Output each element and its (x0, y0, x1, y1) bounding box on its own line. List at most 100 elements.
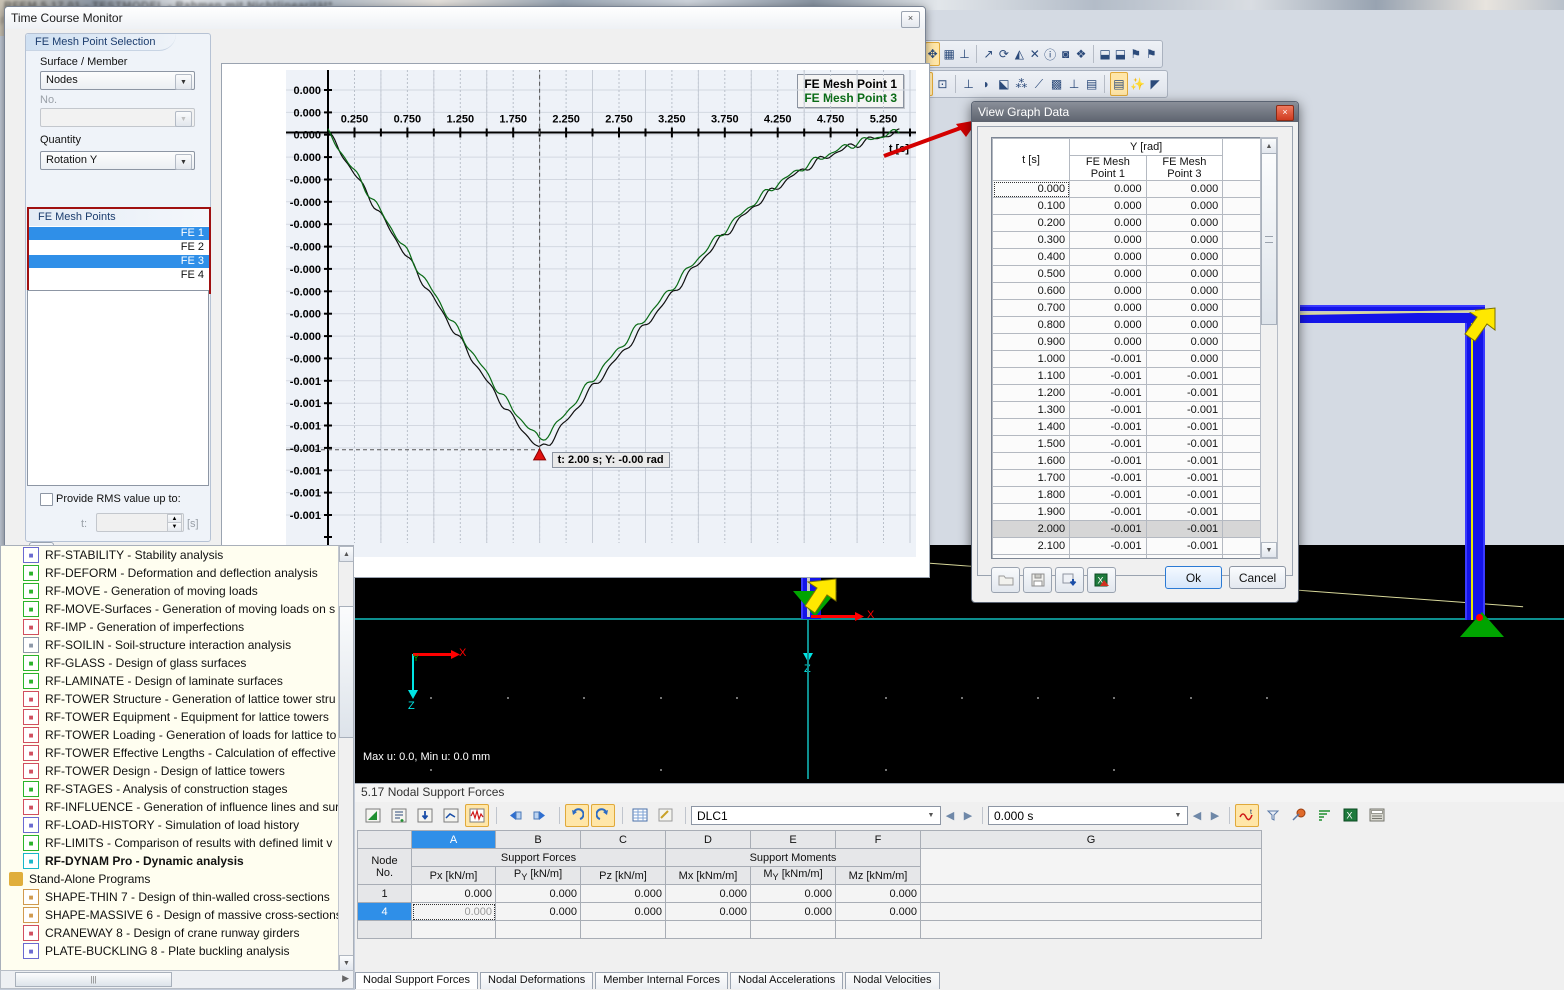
cell-point3[interactable]: -0.001 (1146, 385, 1223, 402)
load-case-icon-2[interactable]: ⬓ (1114, 43, 1127, 65)
cell-point3[interactable]: 0.000 (1146, 266, 1223, 283)
filter-icon[interactable] (1261, 804, 1285, 827)
table-row[interactable]: 1.800-0.001-0.001 (993, 487, 1262, 504)
cell-value[interactable] (751, 921, 836, 939)
cell-blank[interactable] (1223, 521, 1262, 538)
cell-time[interactable]: 1.700 (993, 470, 1070, 487)
addon-modules-tree[interactable]: ■RF-STABILITY - Stability analysis■RF-DE… (0, 545, 354, 972)
color-grid-icon[interactable]: ▩ (1049, 73, 1065, 95)
tree-item[interactable]: ■RF-TOWER Effective Lengths - Calculatio… (1, 744, 353, 762)
col-letter-D[interactable]: D (666, 831, 751, 849)
surface-member-combo[interactable]: Nodes ▼ (40, 71, 195, 90)
cell-time[interactable]: 1.300 (993, 402, 1070, 419)
rms-t-input[interactable]: ▲ ▼ (96, 513, 184, 532)
row-node-number[interactable]: 4 (358, 903, 412, 921)
cell-value[interactable]: 0.000 (496, 885, 581, 903)
cell-empty[interactable] (921, 903, 1262, 921)
undo-icon[interactable] (565, 804, 589, 827)
results-grid[interactable]: ABCDEFG Node No. Support Forces Support … (357, 830, 1562, 950)
cell-blank[interactable] (1223, 266, 1262, 283)
cell-point1[interactable]: 0.000 (1070, 181, 1147, 198)
tree-item[interactable]: ■RF-MOVE-Surfaces - Generation of moving… (1, 600, 353, 618)
cell-blank[interactable] (1223, 419, 1262, 436)
col-letter-F[interactable]: F (836, 831, 921, 849)
slope-icon[interactable]: ⟋ (1031, 73, 1047, 95)
cell-blank[interactable] (1223, 504, 1262, 521)
table-grid-icon[interactable] (628, 804, 652, 827)
cell-point1[interactable]: -0.001 (1070, 385, 1147, 402)
tree-item[interactable]: ■PLATE-BUCKLING 8 - Plate buckling analy… (1, 942, 353, 960)
model-viewport[interactable]: Z X Z X Y Max u: 0.0, Min u: 0.0 mm (355, 545, 1564, 783)
col-letter-G[interactable]: G (921, 831, 1262, 849)
table-row[interactable]: 2.200-0.001-0.001 (993, 555, 1262, 560)
cell-point1[interactable]: -0.001 (1070, 351, 1147, 368)
table-row[interactable]: 2.100-0.001-0.001 (993, 538, 1262, 555)
cell-point1[interactable]: -0.001 (1070, 436, 1147, 453)
flag-icon-1[interactable]: ⚑ (1129, 43, 1142, 65)
table-row-empty[interactable] (358, 921, 1262, 939)
rotate-icon[interactable]: ⟳ (997, 43, 1010, 65)
tree-item[interactable]: ■RF-SOILIN - Soil-structure interaction … (1, 636, 353, 654)
cell-point3[interactable]: 0.000 (1146, 181, 1223, 198)
fill-down-icon[interactable] (413, 804, 437, 827)
tab-nodal-deformations[interactable]: Nodal Deformations (480, 972, 593, 989)
tree-item[interactable]: ■RF-LOAD-HISTORY - Simulation of load hi… (1, 816, 353, 834)
close-icon[interactable]: × (1276, 105, 1294, 121)
cell-value[interactable]: 0.000 (581, 903, 666, 921)
info-icon[interactable] (1287, 804, 1311, 827)
cell-time[interactable]: 0.800 (993, 317, 1070, 334)
cell-point1[interactable]: 0.000 (1070, 283, 1147, 300)
tree-item[interactable]: ■SHAPE-THIN 7 - Design of thin-walled cr… (1, 888, 353, 906)
tab-nodal-support-forces[interactable]: Nodal Support Forces (355, 972, 478, 989)
cell-point1[interactable]: 0.000 (1070, 215, 1147, 232)
next-time-icon[interactable]: ▶ (1206, 805, 1224, 825)
tree-item[interactable]: ■RF-MOVE - Generation of moving loads (1, 582, 353, 600)
cell-point1[interactable]: -0.001 (1070, 521, 1147, 538)
solid-icon[interactable]: ⬕ (996, 73, 1012, 95)
cell-point3[interactable]: 0.000 (1146, 283, 1223, 300)
tree-item[interactable]: ■RF-DYNAM Pro - Dynamic analysis (1, 852, 353, 870)
table-row[interactable]: 2.000-0.001-0.001 (993, 521, 1262, 538)
graph-icon[interactable] (361, 804, 385, 827)
cell-point3[interactable]: -0.001 (1146, 538, 1223, 555)
tab-nodal-accelerations[interactable]: Nodal Accelerations (730, 972, 843, 989)
tree-scroll-up-icon[interactable]: ▲ (339, 546, 354, 562)
cell-point1[interactable]: 0.000 (1070, 317, 1147, 334)
cell-point1[interactable]: 0.000 (1070, 249, 1147, 266)
table-row[interactable]: 1.700-0.001-0.001 (993, 470, 1262, 487)
chevron-down-icon-ts[interactable]: ▼ (1171, 809, 1185, 822)
col-header-time[interactable]: t [s] (993, 139, 1070, 181)
cancel-button[interactable]: Cancel (1229, 566, 1286, 589)
tree-item[interactable]: ■RF-LIMITS - Comparison of results with … (1, 834, 353, 852)
tree-vertical-scrollbar[interactable]: ▲ ▼ (338, 546, 353, 971)
excel-export-button[interactable]: X (1087, 567, 1116, 593)
tree-hscroll-right-icon[interactable]: ▶ (342, 973, 349, 984)
mesh-icon[interactable]: ▦ (942, 43, 955, 65)
cell-value[interactable]: 0.000 (581, 885, 666, 903)
cell-point1[interactable]: -0.001 (1070, 504, 1147, 521)
tree-item[interactable]: ■RF-LAMINATE - Design of laminate surfac… (1, 672, 353, 690)
tree-item[interactable]: ■RF-TOWER Equipment - Equipment for latt… (1, 708, 353, 726)
axis-icon[interactable]: ⊥ (961, 73, 977, 95)
table-row[interactable]: 0.0000.0000.000 (993, 181, 1262, 198)
cell-point3[interactable]: -0.001 (1146, 419, 1223, 436)
tree-item[interactable]: Stand-Alone Programs (1, 870, 353, 888)
table-row[interactable]: 0.9000.0000.000 (993, 334, 1262, 351)
cell-value[interactable] (581, 921, 666, 939)
cell-time[interactable]: 1.900 (993, 504, 1070, 521)
cell-blank[interactable] (1223, 283, 1262, 300)
cell-value[interactable]: 0.000 (412, 885, 496, 903)
cell-time[interactable]: 1.500 (993, 436, 1070, 453)
cell-value[interactable] (836, 921, 921, 939)
cell-blank[interactable] (1223, 402, 1262, 419)
cell-value[interactable] (496, 921, 581, 939)
no-combo[interactable]: ▼ (40, 108, 195, 127)
info-icon[interactable]: ⓘ (1043, 43, 1056, 65)
zoom-window-icon[interactable]: ⊡ (935, 73, 951, 95)
cell-point1[interactable]: -0.001 (1070, 470, 1147, 487)
cell-time[interactable]: 1.400 (993, 419, 1070, 436)
table-row[interactable]: 1.100-0.001-0.001 (993, 368, 1262, 385)
cell-value[interactable]: 0.000 (496, 903, 581, 921)
cell-time[interactable]: 0.300 (993, 232, 1070, 249)
cell-point3[interactable]: -0.001 (1146, 368, 1223, 385)
